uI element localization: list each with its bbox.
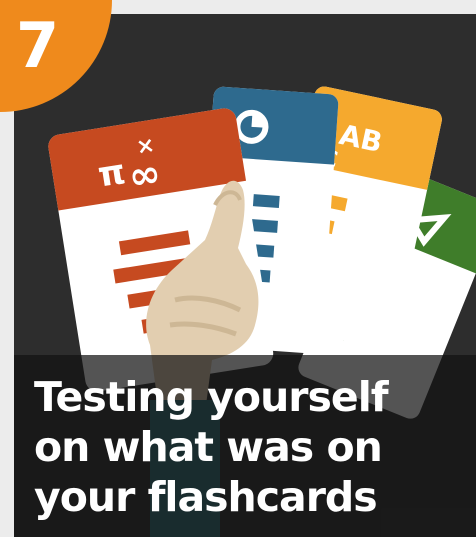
caption-text: Testing yourself on what was on your fla… — [34, 372, 464, 522]
caption-line-3: your flashcards — [34, 473, 378, 521]
step-number: 7 — [16, 9, 60, 82]
caption-line-2: on what was on — [34, 423, 383, 471]
caption-line-1: Testing yourself — [34, 373, 389, 421]
flashcard-tip-tile: AB C π × ∞ — [0, 0, 476, 537]
